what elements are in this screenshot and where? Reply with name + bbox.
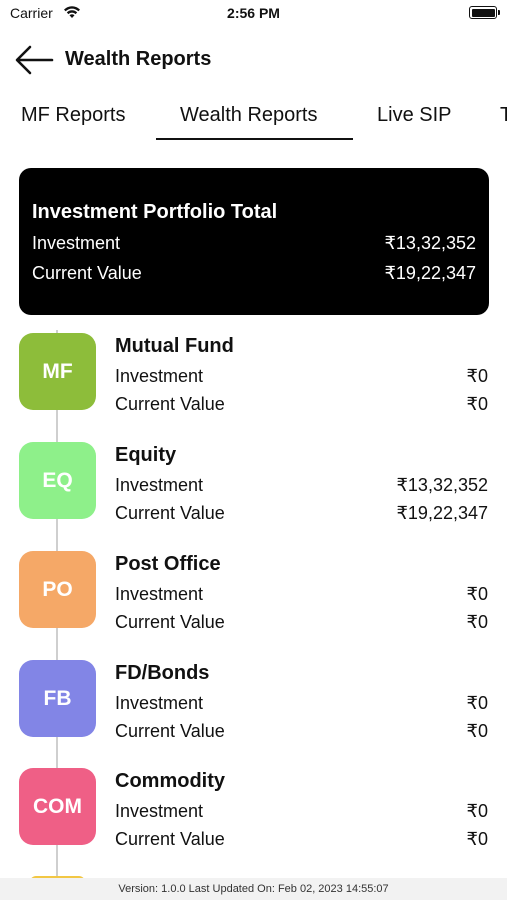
back-arrow-icon[interactable] <box>14 44 54 76</box>
tab-live-sip[interactable]: Live SIP <box>377 104 451 127</box>
header: Wealth Reports <box>0 40 507 80</box>
tab-bar: MF Reports Wealth Reports Live SIP T <box>0 98 507 142</box>
active-tab-indicator <box>156 138 353 140</box>
category-badge: EQ <box>19 442 96 519</box>
total-current-value-label: Current Value <box>32 263 142 283</box>
battery-icon <box>469 6 497 19</box>
current-value: ₹0 <box>466 721 488 741</box>
tab-mf-reports[interactable]: MF Reports <box>21 104 125 127</box>
investment-label: Investment <box>115 366 204 386</box>
clock: 2:56 PM <box>227 5 280 21</box>
portfolio-total-card: Investment Portfolio Total Investment ₹1… <box>19 168 489 315</box>
current-value-label: Current Value <box>115 612 225 632</box>
category-item-equity[interactable]: EQ Equity Investment ₹13,32,352 Current … <box>0 442 507 542</box>
category-name: Equity <box>115 444 177 466</box>
current-value-label: Current Value <box>115 829 225 849</box>
tab-next-partial[interactable]: T <box>500 104 507 127</box>
current-value: ₹0 <box>466 829 488 849</box>
investment-value: ₹0 <box>466 693 488 713</box>
current-value-label: Current Value <box>115 394 225 414</box>
category-item-post-office[interactable]: PO Post Office Investment ₹0 Current Val… <box>0 551 507 651</box>
category-item-fd-bonds[interactable]: FB FD/Bonds Investment ₹0 Current Value … <box>0 660 507 760</box>
investment-label: Investment <box>115 693 204 713</box>
current-value-label: Current Value <box>115 721 225 741</box>
investment-value: ₹0 <box>466 801 488 821</box>
investment-label: Investment <box>115 801 204 821</box>
category-item-commodity[interactable]: COM Commodity Investment ₹0 Current Valu… <box>0 768 507 868</box>
current-value: ₹0 <box>466 612 488 632</box>
page-title: Wealth Reports <box>65 48 212 70</box>
investment-value: ₹0 <box>466 584 488 604</box>
version-footer: Version: 1.0.0 Last Updated On: Feb 02, … <box>0 878 507 900</box>
category-name: Post Office <box>115 553 221 575</box>
category-badge: PO <box>19 551 96 628</box>
current-value: ₹0 <box>466 394 488 414</box>
tab-wealth-reports[interactable]: Wealth Reports <box>180 104 317 127</box>
current-value: ₹19,22,347 <box>396 503 488 523</box>
category-badge: MF <box>19 333 96 410</box>
category-item-mutual-fund[interactable]: MF Mutual Fund Investment ₹0 Current Val… <box>0 333 507 433</box>
investment-label: Investment <box>115 475 204 495</box>
total-investment-value: ₹13,32,352 <box>384 233 476 253</box>
category-name: Mutual Fund <box>115 335 234 357</box>
total-investment-label: Investment <box>32 233 121 253</box>
total-current-value: ₹19,22,347 <box>384 263 476 283</box>
battery-nub <box>498 10 500 15</box>
category-name: FD/Bonds <box>115 662 210 684</box>
category-name: Commodity <box>115 770 225 792</box>
investment-label: Investment <box>115 584 204 604</box>
investment-value: ₹0 <box>466 366 488 386</box>
status-bar: Carrier 2:56 PM <box>0 0 507 28</box>
category-badge: COM <box>19 768 96 845</box>
investment-value: ₹13,32,352 <box>396 475 488 495</box>
portfolio-total-title: Investment Portfolio Total <box>32 201 278 223</box>
current-value-label: Current Value <box>115 503 225 523</box>
category-badge: FB <box>19 660 96 737</box>
